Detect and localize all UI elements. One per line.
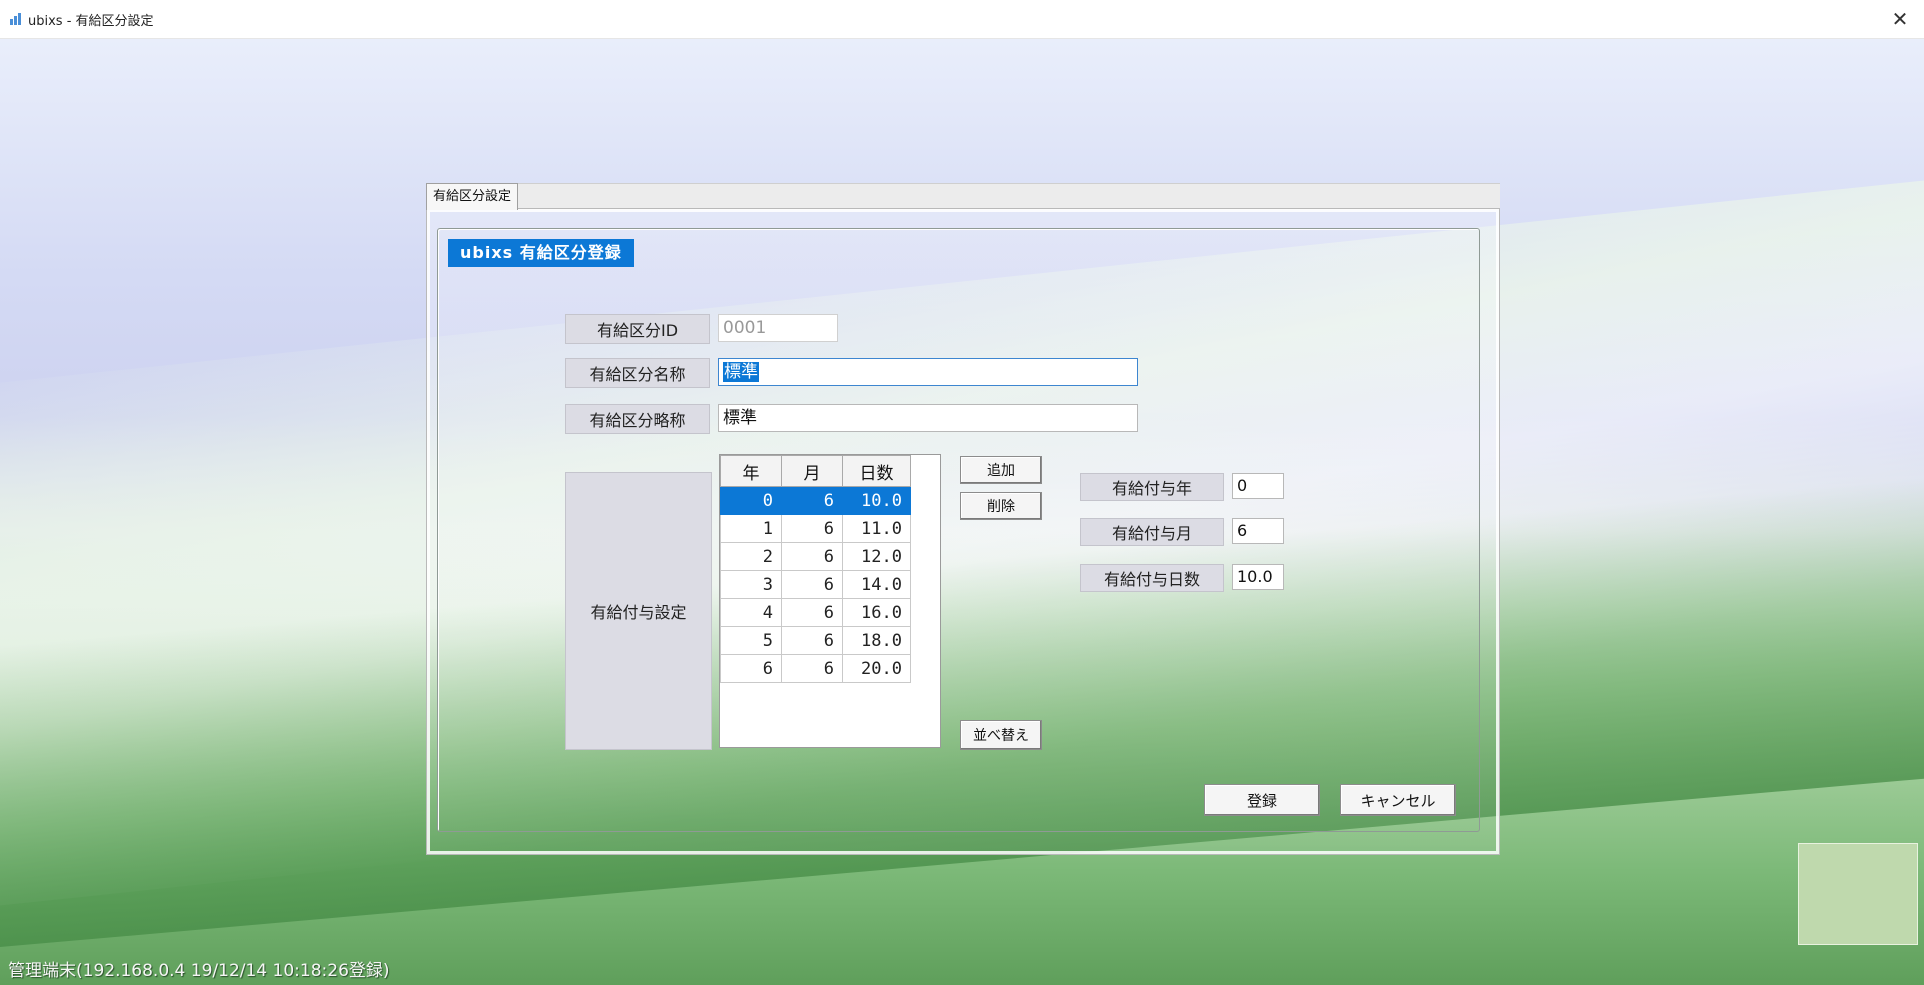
table-cell: 20.0 bbox=[842, 654, 911, 683]
name-field-value: 標準 bbox=[723, 362, 759, 382]
table-cell: 6 bbox=[781, 514, 843, 543]
short-name-field[interactable]: 標準 bbox=[718, 404, 1138, 432]
table-row[interactable]: 3 6 14.0 bbox=[720, 570, 911, 599]
grant-month-label: 有給付与月 bbox=[1080, 518, 1224, 546]
table-cell: 12.0 bbox=[842, 542, 911, 571]
grant-days-label: 有給付与日数 bbox=[1080, 564, 1224, 592]
column-month[interactable]: 月 bbox=[781, 455, 843, 487]
app-icon bbox=[10, 13, 22, 25]
delete-button[interactable]: 削除 bbox=[960, 492, 1042, 520]
table-row[interactable]: 4 6 16.0 bbox=[720, 598, 911, 627]
close-icon: ✕ bbox=[1891, 7, 1909, 31]
column-days[interactable]: 日数 bbox=[842, 455, 911, 487]
status-text: 管理端末(192.168.0.4 19/12/14 10:18:26登録) bbox=[8, 961, 390, 981]
grant-grid[interactable]: 年 月 日数 0 6 10.0 1 6 11.0 2 6 12.0 3 6 14.0 4 6 16.0 5 6 1… bbox=[719, 454, 941, 748]
grant-month-field[interactable]: 6 bbox=[1232, 518, 1284, 544]
table-cell: 6 bbox=[781, 598, 843, 627]
sort-button[interactable]: 並べ替え bbox=[960, 720, 1042, 750]
table-row[interactable]: 6 6 20.0 bbox=[720, 654, 911, 683]
table-cell: 6 bbox=[720, 654, 782, 683]
grant-year-label: 有給付与年 bbox=[1080, 473, 1224, 501]
table-cell: 18.0 bbox=[842, 626, 911, 655]
name-label: 有給区分名称 bbox=[565, 358, 710, 388]
column-year[interactable]: 年 bbox=[720, 455, 782, 487]
close-button[interactable]: ✕ bbox=[1876, 0, 1924, 38]
table-cell: 1 bbox=[720, 514, 782, 543]
grant-year-field[interactable]: 0 bbox=[1232, 473, 1284, 499]
register-button[interactable]: 登録 bbox=[1204, 784, 1320, 816]
table-cell: 0 bbox=[720, 486, 782, 515]
table-cell: 6 bbox=[781, 570, 843, 599]
add-button[interactable]: 追加 bbox=[960, 456, 1042, 484]
table-cell: 6 bbox=[781, 542, 843, 571]
form-header: ubixs 有給区分登録 bbox=[448, 239, 634, 267]
table-cell: 5 bbox=[720, 626, 782, 655]
table-cell: 6 bbox=[781, 654, 843, 683]
table-row[interactable]: 1 6 11.0 bbox=[720, 514, 911, 543]
table-cell: 14.0 bbox=[842, 570, 911, 599]
id-label: 有給区分ID bbox=[565, 314, 710, 344]
grant-days-field[interactable]: 10.0 bbox=[1232, 564, 1284, 590]
tab-strip bbox=[426, 183, 1500, 210]
title-bar: ubixs - 有給区分設定 ✕ bbox=[0, 0, 1924, 39]
table-row[interactable]: 2 6 12.0 bbox=[720, 542, 911, 571]
grant-setting-label: 有給付与設定 bbox=[565, 472, 712, 750]
table-row[interactable]: 0 6 10.0 bbox=[720, 486, 911, 515]
window-title: ubixs - 有給区分設定 bbox=[28, 14, 154, 29]
tab-paid-leave-setting[interactable]: 有給区分設定 bbox=[426, 183, 519, 210]
table-cell: 6 bbox=[781, 626, 843, 655]
table-cell: 2 bbox=[720, 542, 782, 571]
corner-panel bbox=[1798, 843, 1918, 945]
table-cell: 10.0 bbox=[842, 486, 911, 515]
name-field[interactable]: 標準 bbox=[718, 358, 1138, 386]
id-field: 0001 bbox=[718, 314, 838, 342]
table-cell: 11.0 bbox=[842, 514, 911, 543]
table-cell: 16.0 bbox=[842, 598, 911, 627]
table-row[interactable]: 5 6 18.0 bbox=[720, 626, 911, 655]
table-cell: 6 bbox=[781, 486, 843, 515]
table-cell: 4 bbox=[720, 598, 782, 627]
short-name-label: 有給区分略称 bbox=[565, 404, 710, 434]
cancel-button[interactable]: キャンセル bbox=[1340, 784, 1456, 816]
table-cell: 3 bbox=[720, 570, 782, 599]
